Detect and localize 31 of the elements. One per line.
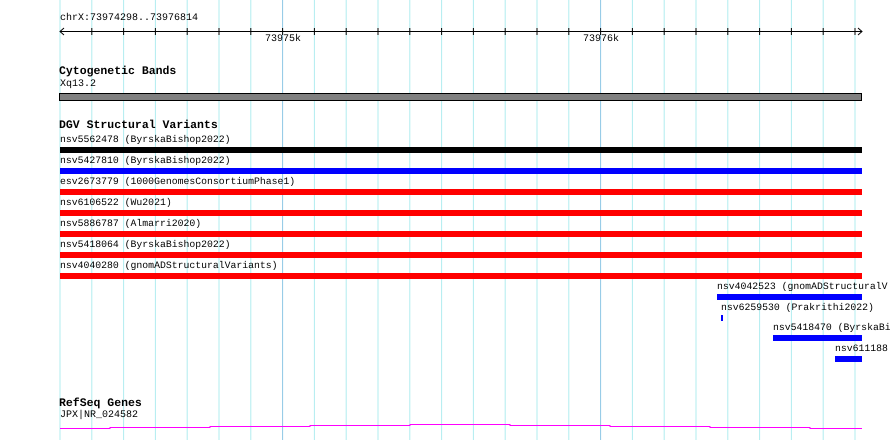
variant-label: nsv5562478 (ByrskaBishop2022) xyxy=(60,135,230,145)
variant-bar[interactable] xyxy=(717,294,862,300)
variant-bar[interactable] xyxy=(60,168,862,174)
variant-bar[interactable] xyxy=(60,147,862,153)
tick-label: 73976k xyxy=(583,35,619,45)
variant-bar[interactable] xyxy=(60,210,862,216)
variant-label: nsv6106522 (Wu2021) xyxy=(60,198,172,208)
tick-label: 73975k xyxy=(265,35,301,45)
location-label: chrX:73974298..73976814 xyxy=(60,14,198,24)
track-title: RefSeq Genes xyxy=(59,398,142,410)
variant-label: esv2673779 (1000GenomesConsortiumPhase1) xyxy=(60,177,296,187)
gene-line[interactable] xyxy=(60,423,862,429)
variant-label: nsv4042523 (gnomADStructuralV xyxy=(717,282,888,292)
variant-bar[interactable] xyxy=(773,335,862,341)
variant-bar[interactable] xyxy=(60,231,862,237)
variant-label: nsv5886787 (Almarri2020) xyxy=(60,219,202,229)
variant-label: nsv5418064 (ByrskaBishop2022) xyxy=(60,240,230,250)
track-title: Cytogenetic Bands xyxy=(59,66,176,78)
gene-label: JPX|NR_024582 xyxy=(60,411,138,421)
variant-label: nsv4040280 (gnomADStructuralVariants) xyxy=(60,261,278,271)
variant-label: nsv5418470 (ByrskaBi xyxy=(773,323,890,333)
band-label: Xq13.2 xyxy=(60,80,96,90)
variant-label: nsv611188 xyxy=(835,344,888,354)
variant-bar[interactable] xyxy=(60,273,862,279)
variant-label: nsv6259530 (Prakrithi2022) xyxy=(721,303,874,313)
variant-bar[interactable] xyxy=(835,356,862,362)
variant-label: nsv5427810 (ByrskaBishop2022) xyxy=(60,156,230,166)
chromosome-band[interactable] xyxy=(59,93,862,101)
variant-bar[interactable] xyxy=(60,189,862,195)
variant-bar[interactable] xyxy=(60,252,862,258)
track-title: DGV Structural Variants xyxy=(59,120,218,132)
